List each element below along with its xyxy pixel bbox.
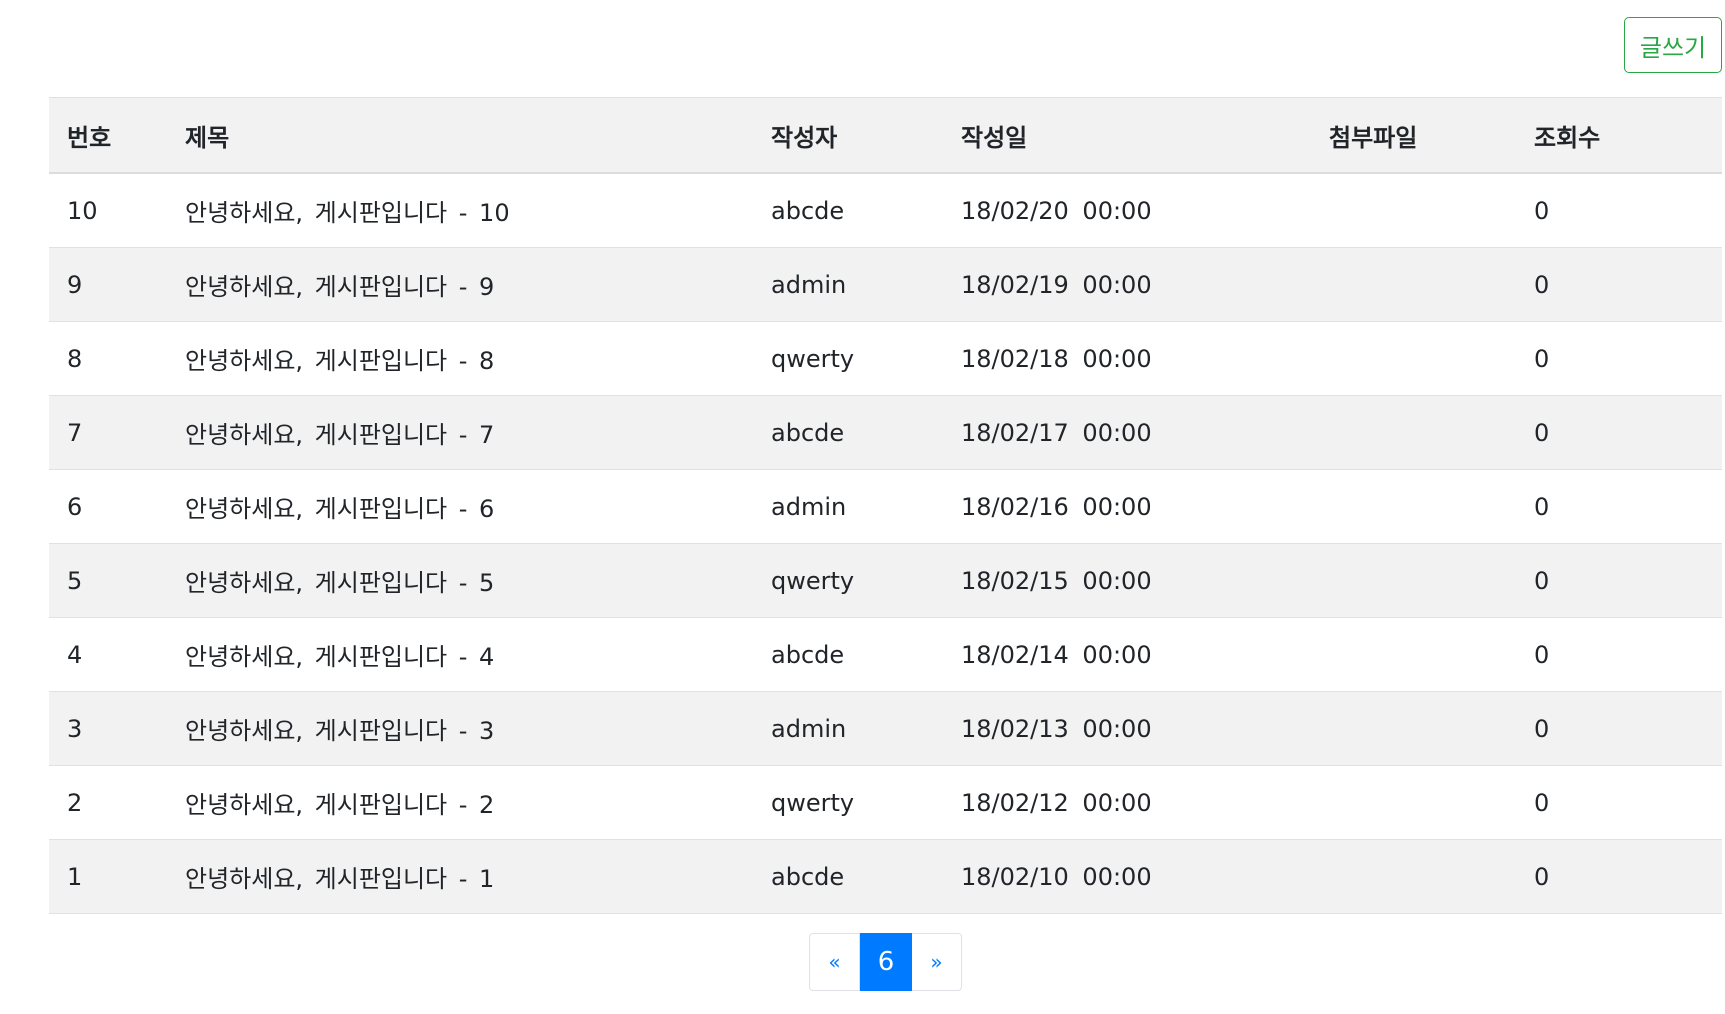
- cell-file: [1311, 618, 1516, 692]
- cell-date: 18/02/20 00:00: [961, 196, 1152, 225]
- cell-file: [1311, 173, 1516, 248]
- cell-no: 6: [67, 492, 83, 521]
- cell-date: 18/02/15 00:00: [961, 566, 1152, 595]
- board-table: 번호 제목 작성자 작성일 첨부파일 조회수 10 안녕하세요, 게시판입니다 -…: [49, 97, 1722, 914]
- cell-date: 18/02/13 00:00: [961, 714, 1152, 743]
- cell-no: 5: [67, 566, 83, 595]
- cell-title-link[interactable]: 안녕하세요, 게시판입니다 - 7: [167, 396, 753, 470]
- table-row[interactable]: 5 안녕하세요, 게시판입니다 - 5 qwerty 18/02/15 00:00 0: [49, 543, 1722, 618]
- board-page: 글쓰기 번호 제목 작성자 작성일 첨부파일 조회수 10 안녕하세요, 게시판입…: [0, 0, 1725, 1014]
- table-row[interactable]: 2 안녕하세요, 게시판입니다 - 2 qwerty 18/02/12 00:00 0: [49, 765, 1722, 840]
- cell-date: 18/02/10 00:00: [961, 862, 1152, 891]
- header-no: 번호: [67, 123, 112, 152]
- cell-file: [1311, 692, 1516, 766]
- cell-no: 4: [67, 640, 83, 669]
- table-row[interactable]: 10 안녕하세요, 게시판입니다 - 10 abcde 18/02/20 00:00 0: [49, 173, 1722, 248]
- table-row[interactable]: 6 안녕하세요, 게시판입니다 - 6 admin 18/02/16 00:00 0: [49, 469, 1722, 544]
- header-file: 첨부파일: [1329, 123, 1418, 152]
- cell-no: 10: [67, 196, 98, 225]
- cell-title-link[interactable]: 안녕하세요, 게시판입니다 - 2: [167, 766, 753, 840]
- cell-no: 2: [67, 788, 83, 817]
- table-header: 번호 제목 작성자 작성일 첨부파일 조회수: [49, 97, 1722, 173]
- table-row[interactable]: 9 안녕하세요, 게시판입니다 - 9 admin 18/02/19 00:00 0: [49, 247, 1722, 322]
- pagination-prev-button[interactable]: «: [809, 933, 860, 991]
- cell-file: [1311, 322, 1516, 396]
- cell-file: [1311, 396, 1516, 470]
- cell-writer: admin: [771, 714, 847, 743]
- cell-views: 0: [1534, 270, 1550, 299]
- cell-title-link[interactable]: 안녕하세요, 게시판입니다 - 10: [167, 173, 753, 248]
- cell-date: 18/02/18 00:00: [961, 344, 1152, 373]
- cell-writer: abcde: [771, 640, 845, 669]
- pagination-next-button[interactable]: »: [912, 933, 962, 991]
- table-row[interactable]: 4 안녕하세요, 게시판입니다 - 4 abcde 18/02/14 00:00 0: [49, 617, 1722, 692]
- header-title: 제목: [185, 123, 230, 152]
- cell-writer: abcde: [771, 862, 845, 891]
- header-date: 작성일: [961, 123, 1028, 152]
- cell-views: 0: [1534, 714, 1550, 743]
- cell-writer: qwerty: [771, 566, 855, 595]
- cell-title-link[interactable]: 안녕하세요, 게시판입니다 - 5: [167, 544, 753, 618]
- pagination-current-page[interactable]: 6: [860, 933, 912, 991]
- cell-title-link[interactable]: 안녕하세요, 게시판입니다 - 4: [167, 618, 753, 692]
- cell-writer: admin: [771, 270, 847, 299]
- cell-title-link[interactable]: 안녕하세요, 게시판입니다 - 8: [167, 322, 753, 396]
- table-row[interactable]: 7 안녕하세요, 게시판입니다 - 7 abcde 18/02/17 00:00 0: [49, 395, 1722, 470]
- cell-views: 0: [1534, 196, 1550, 225]
- table-body: 10 안녕하세요, 게시판입니다 - 10 abcde 18/02/20 00:00 0…: [49, 173, 1722, 914]
- pagination: « 6 »: [809, 933, 962, 991]
- header-writer: 작성자: [771, 123, 838, 152]
- cell-title-link[interactable]: 안녕하세요, 게시판입니다 - 1: [167, 840, 753, 914]
- cell-date: 18/02/19 00:00: [961, 270, 1152, 299]
- cell-no: 9: [67, 270, 83, 299]
- cell-title-link[interactable]: 안녕하세요, 게시판입니다 - 6: [167, 470, 753, 544]
- header-row: 번호 제목 작성자 작성일 첨부파일 조회수: [49, 97, 1722, 173]
- cell-views: 0: [1534, 788, 1550, 817]
- cell-date: 18/02/14 00:00: [961, 640, 1152, 669]
- cell-date: 18/02/17 00:00: [961, 418, 1152, 447]
- cell-file: [1311, 766, 1516, 840]
- cell-writer: admin: [771, 492, 847, 521]
- cell-title-link[interactable]: 안녕하세요, 게시판입니다 - 3: [167, 692, 753, 766]
- header-views: 조회수: [1534, 123, 1601, 152]
- cell-views: 0: [1534, 492, 1550, 521]
- table-row[interactable]: 1 안녕하세요, 게시판입니다 - 1 abcde 18/02/10 00:00 0: [49, 839, 1722, 914]
- cell-writer: abcde: [771, 418, 845, 447]
- cell-file: [1311, 840, 1516, 914]
- cell-date: 18/02/12 00:00: [961, 788, 1152, 817]
- cell-file: [1311, 248, 1516, 322]
- cell-views: 0: [1534, 418, 1550, 447]
- cell-no: 3: [67, 714, 83, 743]
- cell-views: 0: [1534, 344, 1550, 373]
- cell-title-link[interactable]: 안녕하세요, 게시판입니다 - 9: [167, 248, 753, 322]
- cell-views: 0: [1534, 862, 1550, 891]
- cell-writer: abcde: [771, 196, 845, 225]
- cell-no: 8: [67, 344, 83, 373]
- table-row[interactable]: 3 안녕하세요, 게시판입니다 - 3 admin 18/02/13 00:00 0: [49, 691, 1722, 766]
- cell-writer: qwerty: [771, 344, 855, 373]
- cell-views: 0: [1534, 566, 1550, 595]
- cell-no: 1: [67, 862, 83, 891]
- table-row[interactable]: 8 안녕하세요, 게시판입니다 - 8 qwerty 18/02/18 00:00 0: [49, 321, 1722, 396]
- cell-writer: qwerty: [771, 788, 855, 817]
- cell-date: 18/02/16 00:00: [961, 492, 1152, 521]
- cell-views: 0: [1534, 640, 1550, 669]
- write-button[interactable]: 글쓰기: [1624, 17, 1722, 73]
- cell-file: [1311, 544, 1516, 618]
- cell-no: 7: [67, 418, 83, 447]
- cell-file: [1311, 470, 1516, 544]
